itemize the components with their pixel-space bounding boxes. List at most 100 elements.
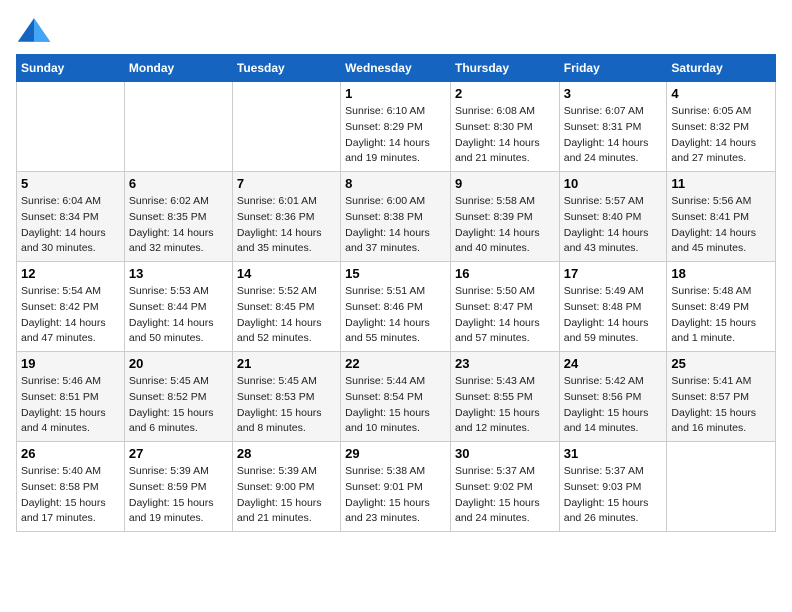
day-number: 29 — [345, 446, 446, 461]
day-number: 5 — [21, 176, 120, 191]
calendar-cell: 22 Sunrise: 5:44 AM Sunset: 8:54 PM Dayli… — [341, 352, 451, 442]
calendar-cell: 2 Sunrise: 6:08 AM Sunset: 8:30 PM Daylig… — [450, 82, 559, 172]
calendar-cell: 14 Sunrise: 5:52 AM Sunset: 8:45 PM Dayli… — [232, 262, 340, 352]
header-tuesday: Tuesday — [232, 55, 340, 82]
day-number: 24 — [564, 356, 663, 371]
day-info: Sunrise: 5:57 AM Sunset: 8:40 PM Dayligh… — [564, 194, 663, 257]
calendar-header-row: SundayMondayTuesdayWednesdayThursdayFrid… — [17, 55, 776, 82]
day-number: 17 — [564, 266, 663, 281]
day-number: 28 — [237, 446, 336, 461]
day-info: Sunrise: 5:51 AM Sunset: 8:46 PM Dayligh… — [345, 284, 446, 347]
day-number: 30 — [455, 446, 555, 461]
calendar-cell — [667, 442, 776, 532]
day-info: Sunrise: 5:37 AM Sunset: 9:03 PM Dayligh… — [564, 464, 663, 527]
day-info: Sunrise: 5:56 AM Sunset: 8:41 PM Dayligh… — [671, 194, 771, 257]
day-info: Sunrise: 5:43 AM Sunset: 8:55 PM Dayligh… — [455, 374, 555, 437]
day-info: Sunrise: 5:40 AM Sunset: 8:58 PM Dayligh… — [21, 464, 120, 527]
calendar-cell: 6 Sunrise: 6:02 AM Sunset: 8:35 PM Daylig… — [124, 172, 232, 262]
calendar-cell: 16 Sunrise: 5:50 AM Sunset: 8:47 PM Dayli… — [450, 262, 559, 352]
calendar-cell — [232, 82, 340, 172]
day-number: 25 — [671, 356, 771, 371]
calendar-cell: 12 Sunrise: 5:54 AM Sunset: 8:42 PM Dayli… — [17, 262, 125, 352]
calendar-cell: 24 Sunrise: 5:42 AM Sunset: 8:56 PM Dayli… — [559, 352, 667, 442]
day-info: Sunrise: 6:08 AM Sunset: 8:30 PM Dayligh… — [455, 104, 555, 167]
day-info: Sunrise: 6:04 AM Sunset: 8:34 PM Dayligh… — [21, 194, 120, 257]
day-info: Sunrise: 5:50 AM Sunset: 8:47 PM Dayligh… — [455, 284, 555, 347]
day-info: Sunrise: 5:37 AM Sunset: 9:02 PM Dayligh… — [455, 464, 555, 527]
day-number: 9 — [455, 176, 555, 191]
day-info: Sunrise: 6:07 AM Sunset: 8:31 PM Dayligh… — [564, 104, 663, 167]
day-number: 4 — [671, 86, 771, 101]
day-info: Sunrise: 5:44 AM Sunset: 8:54 PM Dayligh… — [345, 374, 446, 437]
day-info: Sunrise: 6:01 AM Sunset: 8:36 PM Dayligh… — [237, 194, 336, 257]
day-number: 22 — [345, 356, 446, 371]
calendar-cell: 7 Sunrise: 6:01 AM Sunset: 8:36 PM Daylig… — [232, 172, 340, 262]
day-number: 7 — [237, 176, 336, 191]
day-number: 16 — [455, 266, 555, 281]
day-info: Sunrise: 6:02 AM Sunset: 8:35 PM Dayligh… — [129, 194, 228, 257]
calendar-cell: 11 Sunrise: 5:56 AM Sunset: 8:41 PM Dayli… — [667, 172, 776, 262]
day-info: Sunrise: 6:05 AM Sunset: 8:32 PM Dayligh… — [671, 104, 771, 167]
calendar-week-4: 19Sunrise: 5:46 AM Sunset: 8:51 PM Dayli… — [17, 352, 776, 442]
calendar-cell: 25 Sunrise: 5:41 AM Sunset: 8:57 PM Dayli… — [667, 352, 776, 442]
header-friday: Friday — [559, 55, 667, 82]
calendar-cell — [17, 82, 125, 172]
calendar-table: SundayMondayTuesdayWednesdayThursdayFrid… — [16, 54, 776, 532]
logo — [16, 16, 58, 46]
calendar-cell: 18 Sunrise: 5:48 AM Sunset: 8:49 PM Dayli… — [667, 262, 776, 352]
day-info: Sunrise: 5:53 AM Sunset: 8:44 PM Dayligh… — [129, 284, 228, 347]
logo-icon — [16, 16, 52, 44]
day-number: 18 — [671, 266, 771, 281]
day-info: Sunrise: 6:00 AM Sunset: 8:38 PM Dayligh… — [345, 194, 446, 257]
day-number: 26 — [21, 446, 120, 461]
day-info: Sunrise: 5:52 AM Sunset: 8:45 PM Dayligh… — [237, 284, 336, 347]
day-info: Sunrise: 5:46 AM Sunset: 8:51 PM Dayligh… — [21, 374, 120, 437]
day-info: Sunrise: 5:41 AM Sunset: 8:57 PM Dayligh… — [671, 374, 771, 437]
calendar-cell: 13 Sunrise: 5:53 AM Sunset: 8:44 PM Dayli… — [124, 262, 232, 352]
day-info: Sunrise: 6:10 AM Sunset: 8:29 PM Dayligh… — [345, 104, 446, 167]
day-info: Sunrise: 5:39 AM Sunset: 9:00 PM Dayligh… — [237, 464, 336, 527]
day-number: 1 — [345, 86, 446, 101]
day-number: 14 — [237, 266, 336, 281]
calendar-cell: 19Sunrise: 5:46 AM Sunset: 8:51 PM Dayli… — [17, 352, 125, 442]
day-info: Sunrise: 5:42 AM Sunset: 8:56 PM Dayligh… — [564, 374, 663, 437]
day-number: 10 — [564, 176, 663, 191]
calendar-cell: 5 Sunrise: 6:04 AM Sunset: 8:34 PM Daylig… — [17, 172, 125, 262]
calendar-cell: 1 Sunrise: 6:10 AM Sunset: 8:29 PM Daylig… — [341, 82, 451, 172]
calendar-cell: 27Sunrise: 5:39 AM Sunset: 8:59 PM Dayli… — [124, 442, 232, 532]
calendar-cell: 9Sunrise: 5:58 AM Sunset: 8:39 PM Daylig… — [450, 172, 559, 262]
calendar-cell: 28 Sunrise: 5:39 AM Sunset: 9:00 PM Dayli… — [232, 442, 340, 532]
calendar-cell: 4 Sunrise: 6:05 AM Sunset: 8:32 PM Daylig… — [667, 82, 776, 172]
calendar-week-3: 12 Sunrise: 5:54 AM Sunset: 8:42 PM Dayli… — [17, 262, 776, 352]
calendar-cell: 30 Sunrise: 5:37 AM Sunset: 9:02 PM Dayli… — [450, 442, 559, 532]
calendar-cell: 8Sunrise: 6:00 AM Sunset: 8:38 PM Daylig… — [341, 172, 451, 262]
day-info: Sunrise: 5:38 AM Sunset: 9:01 PM Dayligh… — [345, 464, 446, 527]
calendar-cell: 20Sunrise: 5:45 AM Sunset: 8:52 PM Dayli… — [124, 352, 232, 442]
day-number: 15 — [345, 266, 446, 281]
calendar-cell: 23 Sunrise: 5:43 AM Sunset: 8:55 PM Dayli… — [450, 352, 559, 442]
day-number: 13 — [129, 266, 228, 281]
day-info: Sunrise: 5:54 AM Sunset: 8:42 PM Dayligh… — [21, 284, 120, 347]
day-number: 3 — [564, 86, 663, 101]
day-info: Sunrise: 5:45 AM Sunset: 8:53 PM Dayligh… — [237, 374, 336, 437]
day-number: 11 — [671, 176, 771, 191]
calendar-cell: 29 Sunrise: 5:38 AM Sunset: 9:01 PM Dayli… — [341, 442, 451, 532]
calendar-cell: 26 Sunrise: 5:40 AM Sunset: 8:58 PM Dayli… — [17, 442, 125, 532]
header-sunday: Sunday — [17, 55, 125, 82]
calendar-cell: 15 Sunrise: 5:51 AM Sunset: 8:46 PM Dayli… — [341, 262, 451, 352]
calendar-cell: 3 Sunrise: 6:07 AM Sunset: 8:31 PM Daylig… — [559, 82, 667, 172]
day-number: 6 — [129, 176, 228, 191]
day-number: 23 — [455, 356, 555, 371]
calendar-week-2: 5 Sunrise: 6:04 AM Sunset: 8:34 PM Daylig… — [17, 172, 776, 262]
header-wednesday: Wednesday — [341, 55, 451, 82]
day-number: 21 — [237, 356, 336, 371]
day-info: Sunrise: 5:48 AM Sunset: 8:49 PM Dayligh… — [671, 284, 771, 347]
day-number: 2 — [455, 86, 555, 101]
calendar-week-5: 26 Sunrise: 5:40 AM Sunset: 8:58 PM Dayli… — [17, 442, 776, 532]
day-info: Sunrise: 5:39 AM Sunset: 8:59 PM Dayligh… — [129, 464, 228, 527]
day-number: 12 — [21, 266, 120, 281]
day-number: 31 — [564, 446, 663, 461]
header-monday: Monday — [124, 55, 232, 82]
calendar-cell — [124, 82, 232, 172]
day-info: Sunrise: 5:45 AM Sunset: 8:52 PM Dayligh… — [129, 374, 228, 437]
